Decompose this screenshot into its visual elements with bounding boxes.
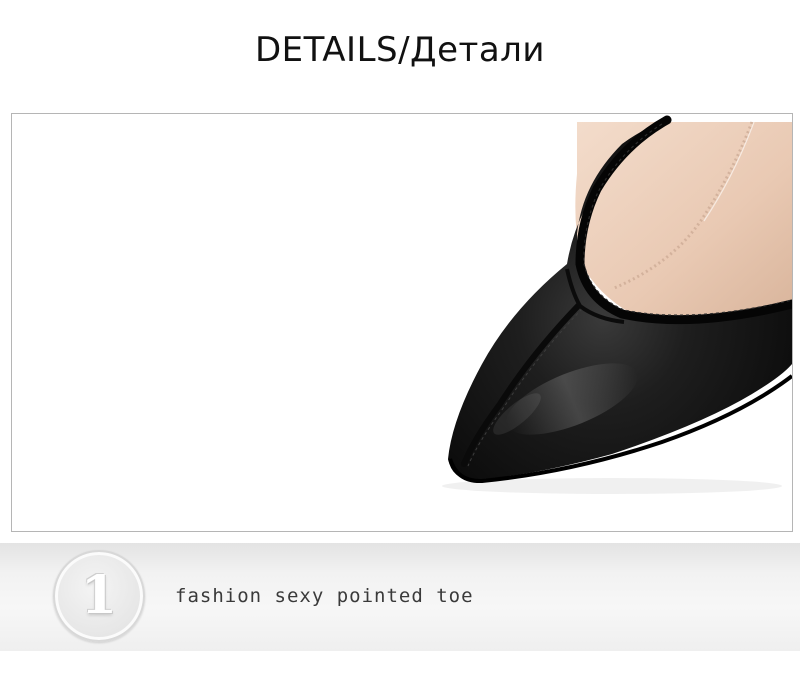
feature-caption: fashion sexy pointed toe <box>175 585 474 607</box>
shoe-illustration <box>442 115 792 494</box>
number-badge: 1 <box>53 550 145 642</box>
badge-number: 1 <box>80 565 118 626</box>
feature-band: 1 fashion sexy pointed toe <box>0 543 800 651</box>
shoe-lining <box>575 122 792 316</box>
product-photo <box>11 113 793 532</box>
page-title: DETAILS/Детали <box>254 30 545 70</box>
